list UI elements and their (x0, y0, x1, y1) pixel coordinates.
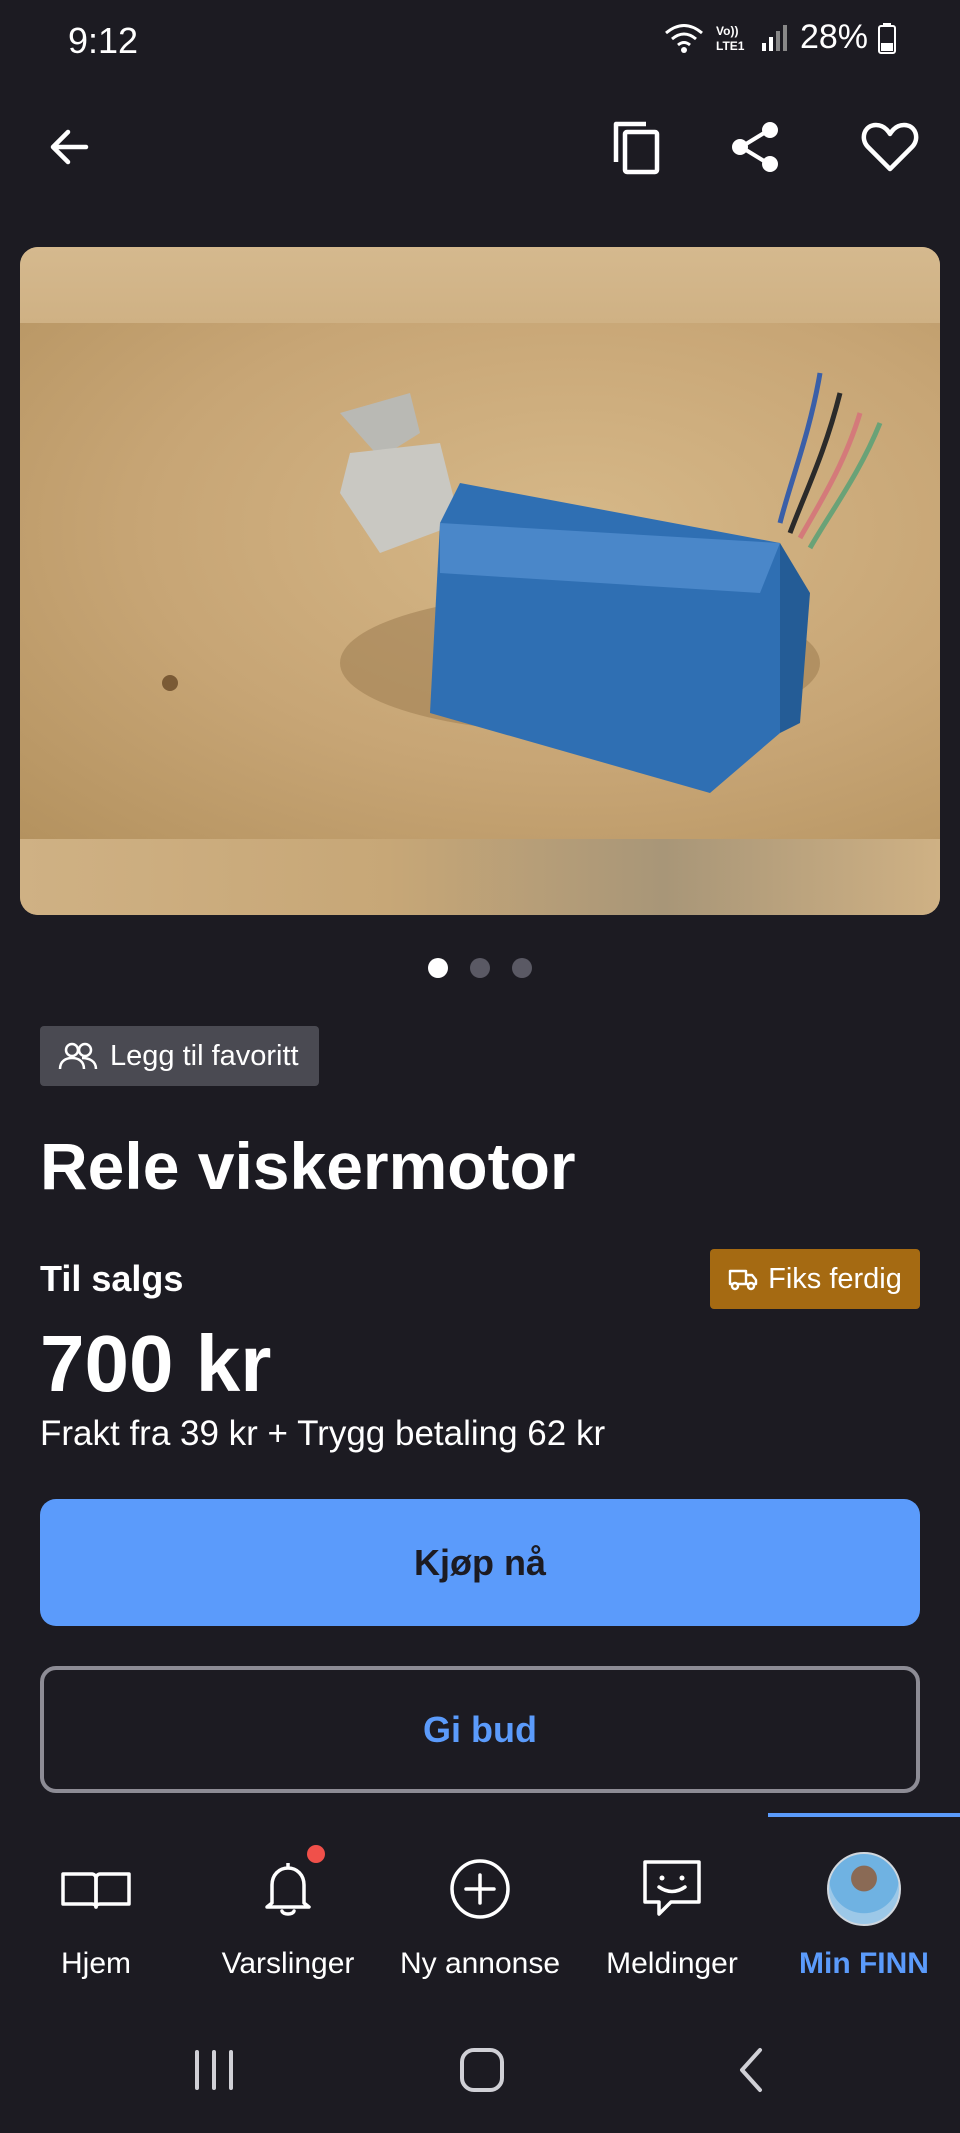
svg-text:LTE1: LTE1 (716, 39, 745, 53)
listing-title: Rele viskermotor (40, 1129, 576, 1203)
photo-top-band (20, 247, 940, 323)
product-photo[interactable] (20, 247, 940, 915)
status-icons: Vo)) LTE1 28% (664, 18, 896, 57)
bell-icon (261, 1845, 325, 1929)
nav-label-varslinger: Varslinger (221, 1947, 355, 1980)
favorite-heart-button[interactable] (850, 107, 930, 187)
recent-apps-icon (195, 2050, 233, 2090)
nav-label-min-finn: Min FINN (799, 1947, 929, 1980)
nav-item-hjem[interactable]: Hjem (0, 1817, 192, 1997)
battery-icon (878, 22, 896, 54)
status-bar: 9:12 Vo)) LTE1 28% (0, 0, 960, 80)
fiks-ferdig-badge: Fiks ferdig (710, 1249, 920, 1309)
avatar-container (827, 1849, 901, 1929)
home-button[interactable] (432, 2020, 532, 2120)
svg-text:Vo)): Vo)) (716, 24, 738, 38)
nav-item-min-finn[interactable]: Min FINN (768, 1817, 960, 1997)
wifi-icon (664, 23, 703, 53)
share-button[interactable] (716, 107, 796, 187)
gallery-dot-2[interactable] (470, 958, 490, 978)
relay-illustration (162, 372, 883, 793)
shipping-info: Frakt fra 39 kr + Trygg betaling 62 kr (40, 1414, 606, 1453)
copy-icon (613, 121, 660, 175)
add-to-favorites-chip[interactable]: Legg til favoritt (40, 1026, 319, 1086)
users-icon (58, 1042, 98, 1070)
buy-now-label: Kjøp nå (414, 1541, 546, 1583)
back-button[interactable] (30, 107, 110, 187)
gallery-dot-3[interactable] (512, 958, 532, 978)
nav-label-meldinger: Meldinger (606, 1947, 738, 1980)
bottom-navigation: Hjem Varslinger Ny annonse Meldinger Min… (0, 1817, 960, 1997)
gallery-pagination (0, 958, 960, 978)
gallery-dot-1[interactable] (428, 958, 448, 978)
share-icon (732, 122, 778, 172)
nav-label-ny-annonse: Ny annonse (399, 1947, 561, 1980)
sale-type-label: Til salgs (40, 1258, 184, 1299)
plus-circle-icon (448, 1849, 512, 1929)
chevron-left-icon (740, 2048, 762, 2092)
copy-button[interactable] (597, 107, 677, 187)
favorite-chip-label: Legg til favoritt (110, 1039, 299, 1072)
photo-bottom-band (20, 839, 940, 915)
home-icon (460, 2048, 504, 2092)
lte-icon: Vo)) LTE1 (716, 24, 745, 53)
make-offer-button[interactable]: Gi bud (40, 1666, 920, 1793)
recent-apps-button[interactable] (164, 2020, 264, 2120)
battery-percent: 28% (799, 18, 868, 56)
chat-icon (641, 1849, 703, 1929)
notification-dot (307, 1845, 325, 1863)
avatar (827, 1852, 901, 1926)
system-navigation (0, 2020, 960, 2120)
book-icon (60, 1849, 132, 1929)
system-back-button[interactable] (700, 2020, 800, 2120)
nav-item-meldinger[interactable]: Meldinger (576, 1817, 768, 1997)
heart-icon (861, 122, 919, 172)
make-offer-label: Gi bud (423, 1708, 537, 1750)
nav-item-varslinger[interactable]: Varslinger (192, 1817, 384, 1997)
delivery-truck-icon (728, 1269, 758, 1291)
top-toolbar (0, 100, 960, 200)
nav-label-hjem: Hjem (60, 1947, 131, 1980)
arrow-left-icon (50, 129, 89, 165)
photo-scene (20, 323, 940, 839)
fiks-ferdig-label: Fiks ferdig (768, 1262, 902, 1295)
price: 700 kr (40, 1319, 272, 1408)
status-time: 9:12 (68, 20, 139, 61)
buy-now-button[interactable]: Kjøp nå (40, 1499, 920, 1626)
signal-icon (761, 24, 787, 51)
nav-item-ny-annonse[interactable]: Ny annonse (384, 1817, 576, 1997)
